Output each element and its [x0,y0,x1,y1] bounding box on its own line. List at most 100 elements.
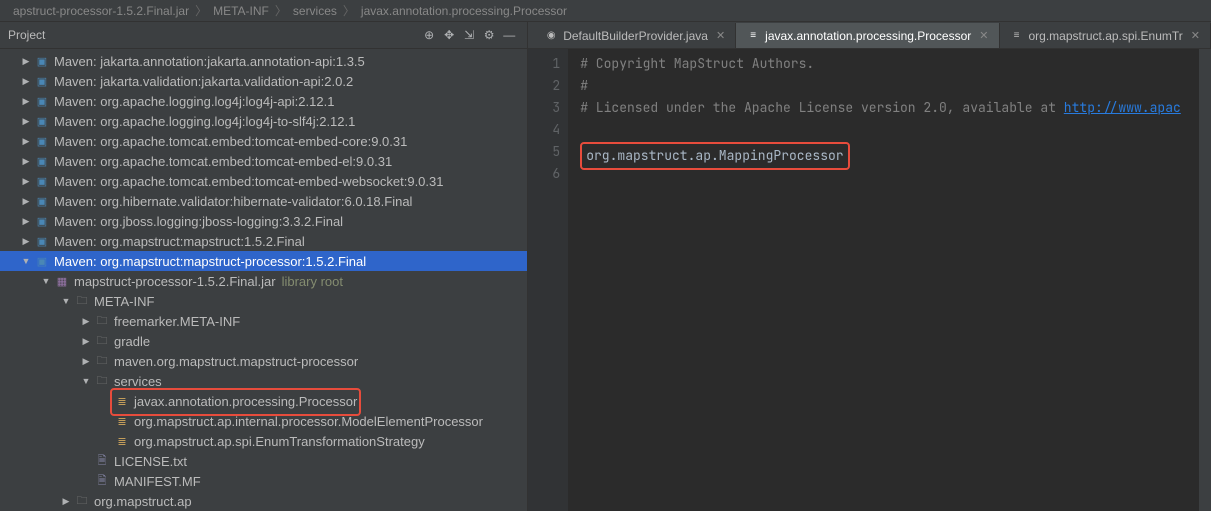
dir-icon: 🗀 [94,313,110,329]
lib-icon: ▣ [34,53,50,69]
line-number: 2 [528,75,560,97]
chevron-right-icon[interactable]: ▶ [20,235,32,247]
tree-node[interactable]: ▶🗀freemarker.META-INF [0,311,527,331]
project-panel-header: Project ⊕ ✥ ⇲ ⚙ — [0,22,527,49]
tree-node[interactable]: ▶🗀maven.org.mapstruct.mapstruct-processo… [0,351,527,371]
chevron-right-icon[interactable]: ▶ [20,95,32,107]
cf-icon: ≣ [114,433,130,449]
tree-node[interactable]: ▶▣ Maven: org.apache.tomcat.embed:tomcat-… [0,171,527,191]
dir-icon: 🗀 [94,333,110,349]
chevron-right-icon[interactable]: ▶ [80,355,92,367]
chevron-right-icon[interactable]: ▶ [60,495,72,507]
tree-node-label: services [114,374,162,389]
editor-tabs: ◉DefaultBuilderProvider.java✕≡javax.anno… [528,22,1211,49]
tree-node-label: org.mapstruct.ap.spi.EnumTransformationS… [134,434,425,449]
project-tree[interactable]: ▶▣Maven: jakarta.annotation:jakarta.anno… [0,49,527,511]
gear-icon[interactable]: ⚙ [479,25,499,45]
tree-node-label: org.mapstruct.ap [94,494,192,509]
breadcrumb-sep: 〉 [275,2,287,19]
chevron-right-icon[interactable]: ▶ [20,155,32,167]
locate-icon[interactable]: ⊕ [419,25,439,45]
close-icon[interactable]: ✕ [1191,29,1200,42]
chevron-right-icon[interactable]: ▶ [20,55,32,67]
line-number: 3 [528,97,560,119]
tree-node[interactable]: ▼🗀services [0,371,527,391]
chevron-down-icon[interactable]: ▼ [60,295,72,307]
expand-icon[interactable]: ✥ [439,25,459,45]
tree-node[interactable]: ≣ org.mapstruct.ap.spi.EnumTransformation… [0,431,527,451]
dir-icon: 🗀 [74,293,90,309]
lib-icon: ▣ [34,93,50,109]
code-area[interactable]: 123456 # Copyright MapStruct Authors. # … [528,49,1211,511]
lib-icon: ▣ [34,173,50,189]
dir-icon: 🗀 [74,493,90,509]
cf-icon: ≣ [114,413,130,429]
chevron-right-icon[interactable]: ▶ [20,195,32,207]
code-link[interactable]: http://www.apac [1064,99,1181,116]
chevron-down-icon[interactable]: ▼ [40,275,52,287]
tree-node-label: javax.annotation.processing.Processor [134,394,357,409]
tree-node[interactable]: ▼🗀META-INF [0,291,527,311]
tree-node[interactable]: ▶▣Maven: jakarta.validation:jakarta.vali… [0,71,527,91]
tree-node-label: Maven: org.jboss.logging:jboss-logging:3… [54,214,343,229]
editor-tab[interactable]: ≡javax.annotation.processing.Processor✕ [736,23,999,48]
tree-node-label: Maven: org.mapstruct:mapstruct:1.5.2.Fin… [54,234,305,249]
editor-tab[interactable]: ≡org.mapstruct.ap.spi.EnumTr✕ [1000,23,1211,48]
chevron-right-icon[interactable]: ▶ [20,135,32,147]
tree-node[interactable]: ▶▣Maven: org.jboss.logging:jboss-logging… [0,211,527,231]
tree-node[interactable]: ▶🗀gradle [0,331,527,351]
chevron-right-icon[interactable]: ▶ [20,115,32,127]
tree-node[interactable]: ▶▣Maven: org.hibernate.validator:hiberna… [0,191,527,211]
breadcrumb[interactable]: apstruct-processor-1.5.2.Final.jar 〉 MET… [0,0,1211,22]
chevron-right-icon[interactable]: ▶ [20,75,32,87]
breadcrumb-jar[interactable]: apstruct-processor-1.5.2.Final.jar [13,4,189,18]
tree-node[interactable]: ▼▣Maven: org.mapstruct:mapstruct-process… [0,251,527,271]
lib-icon: ▣ [34,113,50,129]
line-number: 4 [528,119,560,141]
tree-node[interactable]: ▶▣Maven: org.apache.tomcat.embed:tomcat-… [0,151,527,171]
file-icon: ≡ [746,29,760,43]
tree-node-label: mapstruct-processor-1.5.2.Final.jar [74,274,276,289]
tree-node[interactable]: ▶▣ Maven: org.apache.logging.log4j:log4j-… [0,111,527,131]
tree-node[interactable]: ▶▣Maven: org.mapstruct:mapstruct:1.5.2.F… [0,231,527,251]
tree-node[interactable]: 🗎LICENSE.txt [0,451,527,471]
tree-node-label: Maven: org.hibernate.validator:hibernate… [54,194,412,209]
tree-node-label: Maven: org.apache.logging.log4j:log4j-to… [54,114,355,129]
tree-node[interactable]: ≣org.mapstruct.ap.internal.processor.Mod… [0,411,527,431]
chevron-right-icon[interactable]: ▶ [80,315,92,327]
breadcrumb-item[interactable]: services [293,4,337,18]
tree-node[interactable]: ▼▦ mapstruct-processor-1.5.2.Final.jar lib… [0,271,527,291]
hide-icon[interactable]: — [499,25,519,45]
lib-icon: ▣ [34,253,50,269]
code-text[interactable]: # Copyright MapStruct Authors. # # Licen… [568,49,1211,511]
chevron-right-icon[interactable]: ▶ [20,215,32,227]
tree-node-label: Maven: org.apache.tomcat.embed:tomcat-em… [54,174,444,189]
tree-node[interactable]: ▶▣Maven: org.apache.tomcat.embed:tomcat-… [0,131,527,151]
close-icon[interactable]: ✕ [979,29,988,42]
chevron-right-icon[interactable]: ▶ [80,335,92,347]
scrollbar[interactable] [1199,49,1211,511]
cf-icon: ≣ [114,393,130,409]
tree-node[interactable]: ▶▣Maven: org.apache.logging.log4j:log4j-… [0,91,527,111]
file-icon: ≡ [1010,29,1024,43]
close-icon[interactable]: ✕ [716,29,725,42]
chevron-right-icon[interactable]: ▶ [20,175,32,187]
tree-node-label: Maven: org.apache.tomcat.embed:tomcat-em… [54,154,392,169]
tree-node[interactable]: ≣ javax.annotation.processing.Processor [0,391,527,411]
chevron-down-icon[interactable]: ▼ [20,255,32,267]
breadcrumb-sep: 〉 [343,2,355,19]
tree-node[interactable]: 🗎MANIFEST.MF [0,471,527,491]
tree-node[interactable]: ▶🗀 org.mapstruct.ap [0,491,527,511]
tree-node-label: maven.org.mapstruct.mapstruct-processor [114,354,358,369]
tree-node-label: Maven: jakarta.annotation:jakarta.annota… [54,54,365,69]
chevron-down-icon[interactable]: ▼ [80,375,92,387]
project-panel-title: Project [8,28,419,42]
breadcrumb-item[interactable]: META-INF [213,4,269,18]
fi-icon: 🗎 [94,473,110,489]
editor-tab[interactable]: ◉DefaultBuilderProvider.java✕ [534,23,736,48]
breadcrumb-item[interactable]: javax.annotation.processing.Processor [361,4,567,18]
tree-node-hint: library root [282,274,343,289]
collapse-icon[interactable]: ⇲ [459,25,479,45]
jar-icon: ▦ [54,273,70,289]
tree-node[interactable]: ▶▣ Maven: jakarta.annotation:jakarta.anno… [0,51,527,71]
